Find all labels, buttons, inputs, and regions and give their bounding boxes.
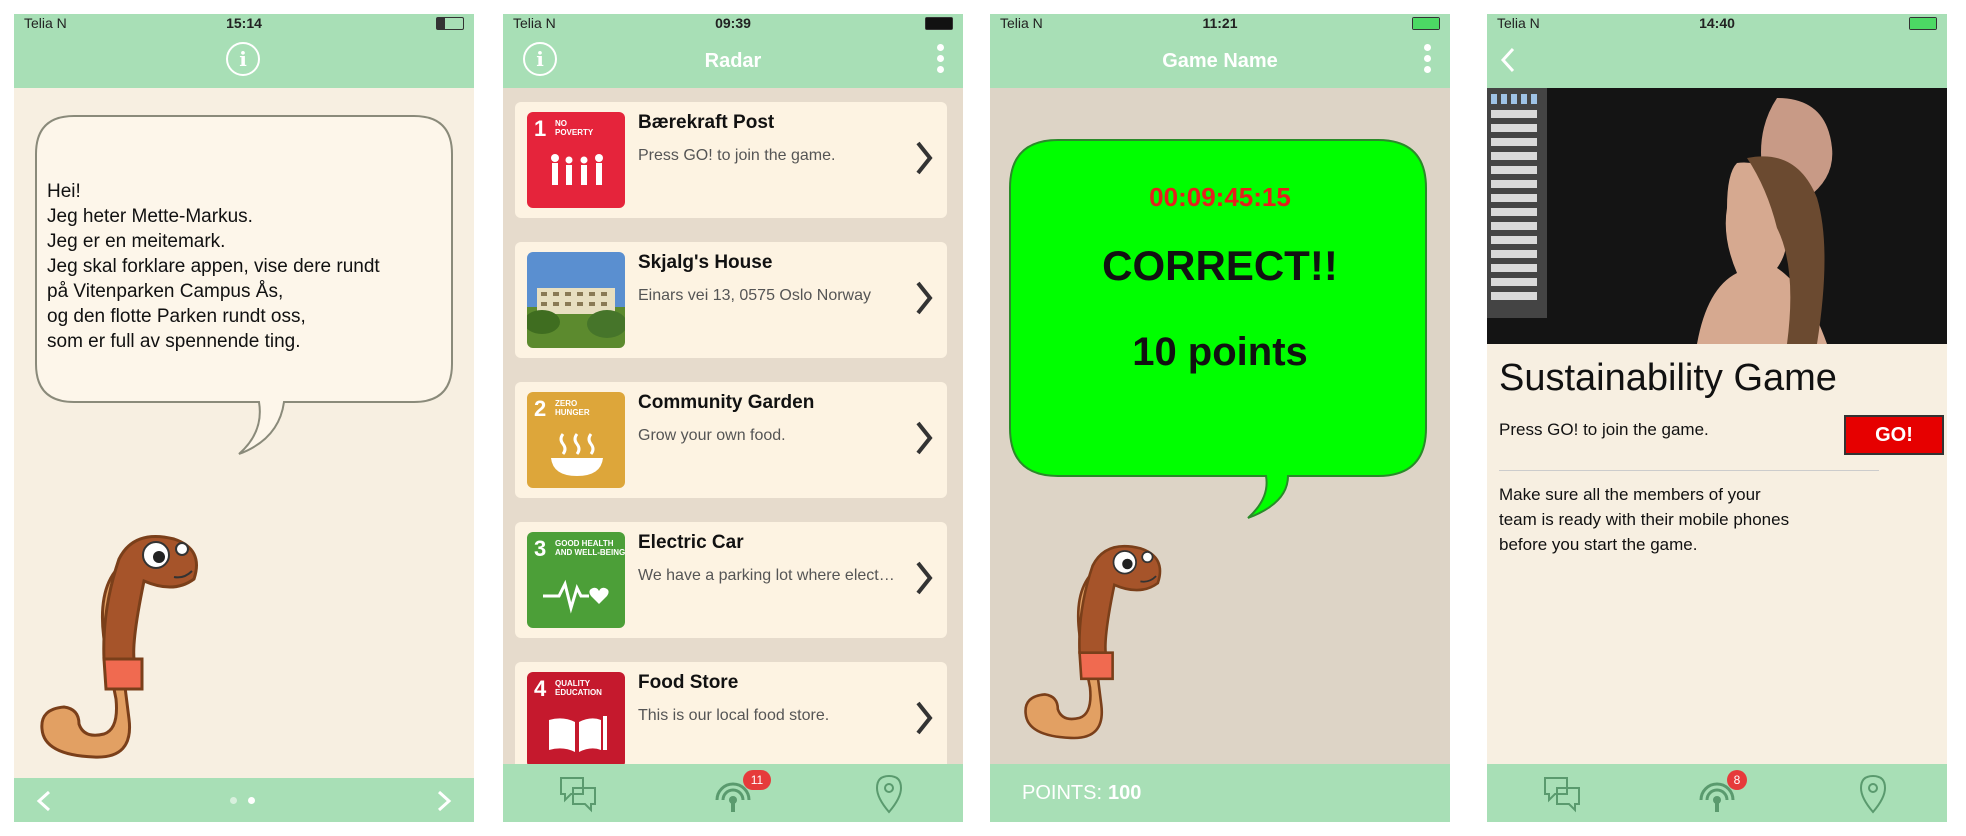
- worm-mascot: [1024, 544, 1162, 740]
- screen-radar: Telia N 09:39 i Radar 1 NO POVERTY Bærek…: [503, 14, 963, 822]
- back-arrow-icon[interactable]: [1499, 46, 1517, 74]
- chevron-right-icon[interactable]: [436, 790, 452, 812]
- chevron-right-icon: [916, 561, 933, 595]
- bowl-icon: [551, 433, 603, 476]
- radar-badge: 8: [1727, 770, 1747, 790]
- status-time: 09:39: [715, 15, 751, 31]
- speech-text: Hei! Jeg heter Mette-Markus. Jeg er en m…: [47, 181, 380, 352]
- screen-intro: Telia N 15:14 i Hei! Jeg heter Mette-Mar…: [14, 14, 474, 822]
- nav-title: Game Name: [1162, 50, 1278, 72]
- status-time: 14:40: [1699, 15, 1735, 31]
- chat-icon[interactable]: [1541, 772, 1585, 816]
- join-instruction: Press GO! to join the game.: [1499, 420, 1709, 439]
- list-item[interactable]: 3 GOOD HEALTH AND WELL-BEING Electric Ca…: [515, 522, 947, 638]
- battery-icon: [1412, 17, 1440, 30]
- radar-badge: 11: [743, 770, 771, 790]
- item-subtitle: Einars vei 13, 0575 Oslo Norway: [638, 287, 871, 304]
- status-bar: Telia N 15:14: [14, 14, 474, 32]
- status-time: 15:14: [226, 15, 262, 31]
- more-menu-icon[interactable]: [1424, 44, 1432, 77]
- status-time: 11:21: [1202, 15, 1238, 31]
- points-value: 100: [1108, 782, 1142, 804]
- pager-bar: [14, 778, 474, 822]
- item-subtitle: This is our local food store.: [638, 707, 830, 724]
- points-label: POINTS:: [1022, 782, 1103, 804]
- chat-icon[interactable]: [557, 772, 601, 816]
- sdg-3-icon: 3 GOOD HEALTH AND WELL-BEING: [527, 532, 625, 628]
- status-bar: Telia N 09:39: [503, 14, 963, 32]
- hero-photo: [1487, 88, 1947, 344]
- battery-icon: [436, 17, 464, 30]
- item-title: Community Garden: [638, 392, 815, 413]
- navigation-bar: i Radar: [503, 32, 963, 88]
- go-button[interactable]: GO!: [1844, 415, 1944, 455]
- book-icon: [549, 716, 607, 752]
- item-subtitle: Grow your own food.: [638, 427, 786, 444]
- list-item[interactable]: Skjalg's House Einars vei 13, 0575 Oslo …: [515, 242, 947, 358]
- item-title: Skjalg's House: [638, 252, 773, 273]
- status-bar: Telia N 14:40: [1487, 14, 1947, 32]
- page-dot-2: [248, 797, 255, 804]
- sdg-4-icon: 4 QUALITY EDUCATION: [527, 672, 625, 768]
- item-title: Electric Car: [638, 532, 744, 553]
- house-photo: [527, 252, 625, 348]
- heartbeat-icon: [543, 579, 609, 614]
- divider: [1499, 470, 1879, 471]
- chevron-left-icon[interactable]: [36, 790, 52, 812]
- map-pin-icon[interactable]: [1851, 772, 1895, 816]
- item-title: Food Store: [638, 672, 739, 693]
- points-text: 10 points: [1132, 330, 1308, 374]
- chevron-right-icon: [916, 281, 933, 315]
- map-pin-icon[interactable]: [867, 772, 911, 816]
- navigation-bar: [1487, 32, 1947, 88]
- page-title: Sustainability Game: [1499, 357, 1837, 399]
- people-icon: [551, 154, 603, 185]
- nav-title: Radar: [704, 50, 762, 72]
- chevron-right-icon: [916, 421, 933, 455]
- item-subtitle: Press GO! to join the game.: [638, 147, 836, 164]
- sdg-2-icon: 2 ZERO HUNGER: [527, 392, 625, 488]
- worm-mascot: [40, 535, 198, 759]
- tab-bar: 11: [503, 764, 963, 822]
- list-item[interactable]: 2 ZERO HUNGER Community Garden Grow your…: [515, 382, 947, 498]
- navigation-bar: Game Name: [990, 32, 1450, 88]
- info-icon[interactable]: i: [226, 42, 260, 76]
- more-menu-icon[interactable]: [937, 44, 945, 77]
- list-item[interactable]: 1 NO POVERTY Bærekraft Post Press GO! to…: [515, 102, 947, 218]
- page-dot-1: [230, 797, 237, 804]
- screen-game-detail: Telia N 14:40 Sustainability Game Press …: [1487, 14, 1947, 822]
- battery-icon: [925, 17, 953, 30]
- points-bar: POINTS: 100: [990, 764, 1450, 822]
- item-subtitle: We have a parking lot where electric car…: [638, 567, 898, 584]
- chevron-right-icon: [916, 141, 933, 175]
- status-bar: Telia N 11:21: [990, 14, 1450, 32]
- tab-bar: 8: [1487, 764, 1947, 822]
- sdg-1-icon: 1 NO POVERTY: [527, 112, 625, 208]
- navigation-bar: i: [14, 32, 474, 88]
- screen-game-result: Telia N 11:21 Game Name 00:09:45:15 CORR…: [990, 14, 1450, 822]
- description-text: Make sure all the members of your team i…: [1499, 485, 1790, 554]
- chevron-right-icon: [916, 701, 933, 735]
- result-text: CORRECT!!: [1102, 242, 1338, 289]
- timer-text: 00:09:45:15: [1149, 182, 1291, 212]
- list-item[interactable]: 4 QUALITY EDUCATION Food Store This is o…: [515, 662, 947, 778]
- battery-icon: [1909, 17, 1937, 30]
- item-title: Bærekraft Post: [638, 112, 775, 133]
